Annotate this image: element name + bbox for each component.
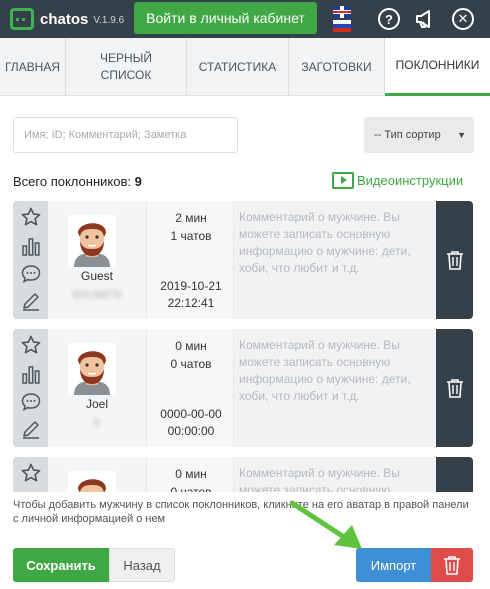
fan-name: Joel: [85, 397, 108, 411]
edit-icon[interactable]: [21, 419, 41, 439]
app-name: chatos: [40, 10, 89, 28]
tab-fans[interactable]: ПОКЛОННИКИ: [385, 38, 490, 96]
bar-chart-icon[interactable]: [21, 364, 41, 384]
video-instructions-label: Видеоинструкции: [357, 173, 464, 188]
chat-count: 0 чатов: [170, 357, 212, 371]
film-icon: [332, 172, 354, 189]
close-icon[interactable]: ✕: [452, 8, 474, 30]
tab-templates[interactable]: ЗАГОТОВКИ: [289, 38, 385, 96]
last-date: 2019-10-21: [160, 279, 222, 293]
chat-icon[interactable]: [21, 264, 41, 284]
megaphone-icon[interactable]: [414, 8, 436, 30]
total-fans-label: Всего поклонников:: [13, 174, 131, 189]
star-icon[interactable]: [21, 463, 41, 483]
sort-type-select[interactable]: -- Тип сортир ▼: [364, 117, 474, 153]
trash-icon: [444, 556, 460, 575]
last-time: 00:00:00: [167, 424, 215, 438]
chat-duration: 0 мин: [175, 339, 207, 353]
search-input[interactable]: Имя; ID; Комментарий; Заметка: [13, 117, 238, 153]
fan-id: 0: [93, 417, 101, 429]
chat-count: 1 чатов: [170, 229, 212, 243]
back-button[interactable]: Назад: [109, 548, 175, 582]
delete-all-button[interactable]: [431, 548, 473, 582]
chat-icon[interactable]: [21, 392, 41, 412]
bar-chart-icon[interactable]: [21, 236, 41, 256]
fan-id: 60134276: [72, 289, 122, 301]
app-logo: chatos V.1.9.6: [10, 8, 124, 30]
sort-selected-value: -- Тип сортир: [374, 129, 441, 141]
avatar[interactable]: [68, 343, 116, 395]
add-fan-hint: Чтобы добавить мужчину в список поклонни…: [13, 499, 469, 525]
avatar[interactable]: [68, 215, 116, 267]
comment-field[interactable]: Комментарий о мужчине. Вы можете записат…: [239, 337, 431, 405]
tab-blacklist[interactable]: ЧЕРНЫЙ СПИСОК: [66, 38, 187, 96]
fan-stats: 0 мин 0 чатов 0000-00-00 00:00:00: [146, 329, 234, 447]
annotation-arrow-icon: [290, 500, 362, 549]
trash-icon: [446, 379, 463, 398]
chat-duration: 0 мин: [175, 467, 207, 481]
save-button[interactable]: Сохранить: [13, 548, 109, 582]
help-icon[interactable]: ?: [378, 8, 400, 30]
total-fans-count: 9: [134, 174, 142, 189]
last-time: 22:12:41: [167, 296, 215, 310]
edit-icon[interactable]: [21, 291, 41, 311]
total-fans: Всего поклонников: 9: [13, 174, 142, 189]
star-icon[interactable]: [21, 335, 41, 355]
cabinet-login-button[interactable]: Войти в личный кабинет: [134, 2, 317, 34]
bottom-bar: Чтобы добавить мужчину в список поклонни…: [0, 492, 490, 589]
chevron-down-icon: ▼: [457, 130, 466, 140]
tab-main[interactable]: ГЛАВНАЯ: [0, 38, 66, 96]
fan-card: Joel 0 0 мин 0 чатов 0000-00-00 00:00:00…: [13, 329, 473, 447]
logo-icon: [10, 8, 34, 30]
last-date: 0000-00-00: [160, 407, 222, 421]
fan-name: Guest: [80, 269, 113, 283]
tab-statistics[interactable]: СТАТИСТИКА: [187, 38, 289, 96]
delete-fan-button[interactable]: [436, 329, 473, 447]
delete-fan-button[interactable]: [436, 201, 473, 319]
star-icon[interactable]: [21, 207, 41, 227]
fan-stats: 2 мин 1 чатов 2019-10-21 22:12:41: [146, 201, 234, 319]
header-bar: chatos V.1.9.6 Войти в личный кабинет ? …: [0, 0, 490, 38]
fan-avatar-panel: Joel 0: [48, 329, 146, 447]
trash-icon: [446, 251, 463, 270]
flag-icon[interactable]: [333, 6, 351, 32]
comment-field[interactable]: Комментарий о мужчине. Вы можете записат…: [239, 209, 431, 277]
video-instructions-link[interactable]: Видеоинструкции: [332, 172, 463, 189]
tab-bar: ГЛАВНАЯ ЧЕРНЫЙ СПИСОК СТАТИСТИКА ЗАГОТОВ…: [0, 38, 490, 96]
app-window: chatos V.1.9.6 Войти в личный кабинет ? …: [0, 0, 490, 589]
fan-avatar-panel: Guest 60134276: [48, 201, 146, 319]
chat-duration: 2 мин: [175, 211, 207, 225]
app-version: V.1.9.6: [93, 14, 125, 26]
fan-card: Guest 60134276 2 мин 1 чатов 2019-10-21 …: [13, 201, 473, 319]
